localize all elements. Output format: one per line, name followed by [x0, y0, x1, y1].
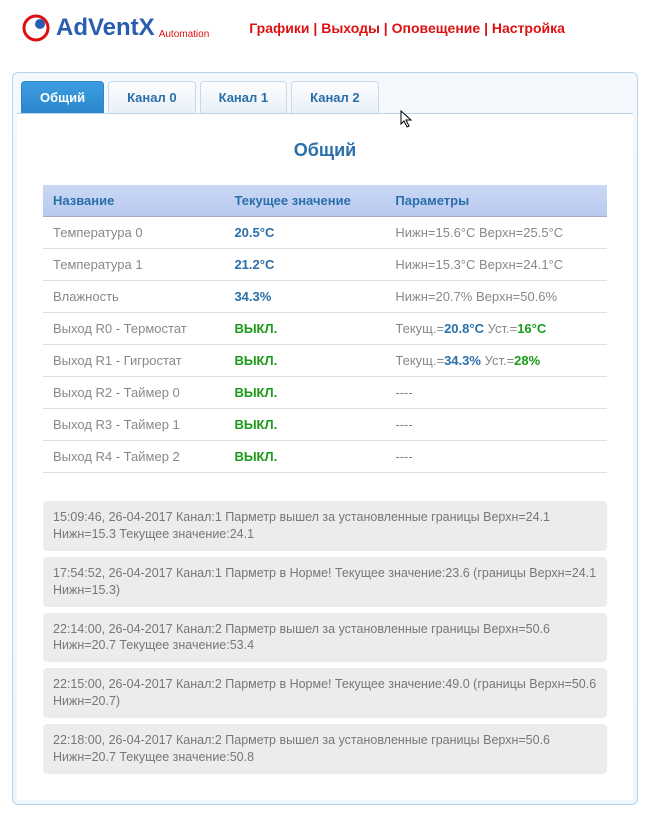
- cell-params: ----: [385, 441, 607, 473]
- th-params: Параметры: [385, 185, 607, 217]
- cell-params: Нижн=15.3°C Верхн=24.1°C: [385, 249, 607, 281]
- log-item: 22:15:00, 26-04-2017 Канал:2 Парметр в Н…: [43, 668, 607, 718]
- cell-name: Выход R0 - Термостат: [43, 313, 224, 345]
- cell-params: Нижн=15.6°C Верхн=25.5°C: [385, 217, 607, 249]
- table-row: Температура 020.5°CНижн=15.6°C Верхн=25.…: [43, 217, 607, 249]
- tab[interactable]: Канал 2: [291, 81, 379, 113]
- logo: AdVentX Automation: [20, 12, 209, 44]
- table-row: Выход R4 - Таймер 2ВЫКЛ.----: [43, 441, 607, 473]
- tab[interactable]: Канал 0: [108, 81, 196, 113]
- log-item: 22:18:00, 26-04-2017 Канал:2 Парметр выш…: [43, 724, 607, 774]
- cell-name: Выход R3 - Таймер 1: [43, 409, 224, 441]
- nav-link[interactable]: Графики: [249, 20, 309, 36]
- tab[interactable]: Канал 1: [200, 81, 288, 113]
- cell-params: ----: [385, 409, 607, 441]
- tab-content: Общий Название Текущее значение Параметр…: [17, 114, 633, 800]
- tab[interactable]: Общий: [21, 81, 104, 113]
- cell-value: 21.2°C: [224, 249, 385, 281]
- cell-name: Влажность: [43, 281, 224, 313]
- th-value: Текущее значение: [224, 185, 385, 217]
- logo-sub: Automation: [159, 29, 210, 44]
- cell-name: Выход R4 - Таймер 2: [43, 441, 224, 473]
- cell-value: 34.3%: [224, 281, 385, 313]
- nav-sep: |: [310, 20, 322, 36]
- tabs: ОбщийКанал 0Канал 1Канал 2: [17, 77, 633, 114]
- cell-params: Текущ.=20.8°C Уст.=16°C: [385, 313, 607, 345]
- cell-name: Выход R1 - Гигростат: [43, 345, 224, 377]
- log-item: 17:54:52, 26-04-2017 Канал:1 Парметр в Н…: [43, 557, 607, 607]
- cell-value: ВЫКЛ.: [224, 409, 385, 441]
- nav-sep: |: [480, 20, 492, 36]
- nav-link[interactable]: Выходы: [321, 20, 380, 36]
- cell-name: Температура 1: [43, 249, 224, 281]
- nav-link[interactable]: Настройка: [492, 20, 565, 36]
- page-header: AdVentX Automation Графики | Выходы | Оп…: [0, 0, 650, 52]
- log-item: 15:09:46, 26-04-2017 Канал:1 Парметр выш…: [43, 501, 607, 551]
- cell-params: Нижн=20.7% Верхн=50.6%: [385, 281, 607, 313]
- cell-value: 20.5°C: [224, 217, 385, 249]
- log-item: 22:14:00, 26-04-2017 Канал:2 Парметр выш…: [43, 613, 607, 663]
- nav-sep: |: [380, 20, 392, 36]
- table-row: Влажность34.3%Нижн=20.7% Верхн=50.6%: [43, 281, 607, 313]
- status-table: Название Текущее значение Параметры Темп…: [43, 185, 607, 473]
- logo-icon: [20, 12, 52, 44]
- cell-name: Выход R2 - Таймер 0: [43, 377, 224, 409]
- cell-value: ВЫКЛ.: [224, 377, 385, 409]
- page-title: Общий: [43, 140, 607, 161]
- nav-link[interactable]: Оповещение: [392, 20, 481, 36]
- cell-params: Текущ.=34.3% Уст.=28%: [385, 345, 607, 377]
- table-row: Выход R1 - ГигростатВЫКЛ.Текущ.=34.3% Ус…: [43, 345, 607, 377]
- top-nav: Графики | Выходы | Оповещение | Настройк…: [249, 20, 565, 36]
- cell-value: ВЫКЛ.: [224, 441, 385, 473]
- cell-name: Температура 0: [43, 217, 224, 249]
- table-row: Выход R2 - Таймер 0ВЫКЛ.----: [43, 377, 607, 409]
- cell-params: ----: [385, 377, 607, 409]
- table-row: Выход R3 - Таймер 1ВЫКЛ.----: [43, 409, 607, 441]
- cell-value: ВЫКЛ.: [224, 345, 385, 377]
- event-log: 15:09:46, 26-04-2017 Канал:1 Парметр выш…: [43, 501, 607, 774]
- main-panel: ОбщийКанал 0Канал 1Канал 2 Общий Названи…: [12, 72, 638, 805]
- table-row: Выход R0 - ТермостатВЫКЛ.Текущ.=20.8°C У…: [43, 313, 607, 345]
- logo-brand: AdVentX: [56, 14, 155, 42]
- cell-value: ВЫКЛ.: [224, 313, 385, 345]
- th-name: Название: [43, 185, 224, 217]
- table-row: Температура 121.2°CНижн=15.3°C Верхн=24.…: [43, 249, 607, 281]
